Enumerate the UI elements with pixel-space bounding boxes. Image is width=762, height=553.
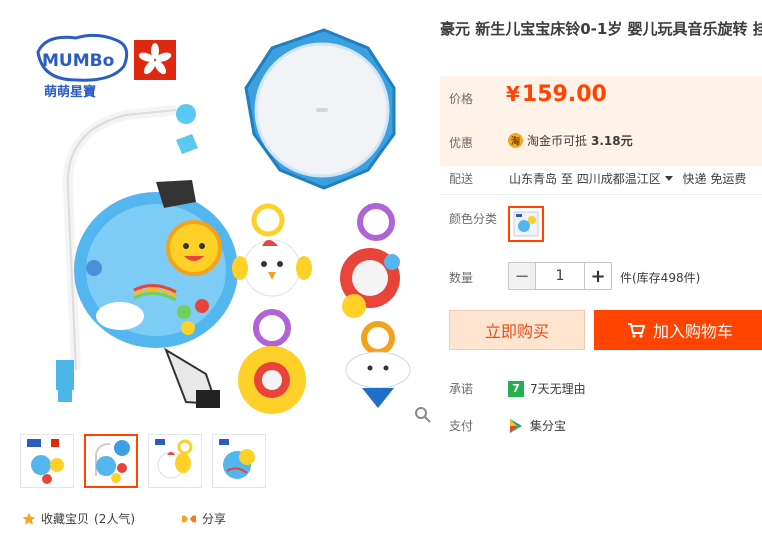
payment-text[interactable]: 集分宝 — [530, 417, 566, 434]
thumbnail-strip — [20, 434, 266, 488]
product-title: 豪元 新生儿宝宝床铃0-1岁 婴儿玩具音乐旋转 挂 — [440, 20, 762, 38]
divider — [440, 194, 762, 195]
share-button[interactable]: 分享 — [181, 510, 226, 527]
mirror-rattle — [340, 203, 400, 318]
thumbnail-1[interactable] — [20, 434, 74, 488]
currency-symbol: ¥ — [506, 82, 520, 106]
brand-logo: MUMBo 萌萌星寶 — [36, 33, 129, 100]
price-value: 159.00 — [521, 82, 607, 107]
add-to-cart-button[interactable]: 加入购物车 — [594, 310, 762, 350]
payment-row: 支付 集分宝 — [440, 417, 762, 439]
jifenbao-icon — [510, 418, 522, 433]
quantity-row: 数量 − 1 + 件(库存498件) — [440, 262, 762, 290]
ship-from: 山东青岛 — [509, 172, 558, 186]
add-to-cart-label: 加入购物车 — [652, 322, 733, 341]
chevron-down-icon — [664, 176, 673, 181]
promo-label: 优惠 — [449, 136, 474, 150]
flower-rattle — [238, 309, 306, 414]
favorite-label: 收藏宝贝 — [41, 512, 90, 526]
projector-disc — [244, 28, 396, 190]
shipping-row: 配送 山东青岛 至 四川成都温江区 快递 免运费 — [440, 168, 762, 188]
buy-now-button[interactable]: 立即购买 — [449, 310, 585, 350]
stock-text: 件(库存498件) — [620, 271, 701, 285]
star-icon — [22, 512, 36, 525]
quantity-decrease-button[interactable]: − — [508, 262, 536, 290]
main-product-image[interactable]: MUMBo 萌萌星寶 — [16, 10, 431, 423]
ship-to-word: 至 — [560, 172, 573, 186]
destination-select[interactable]: 四川成都温江区 — [577, 172, 679, 186]
cloud-rattle — [345, 321, 411, 408]
shipping-label: 配送 — [449, 172, 474, 186]
music-box — [74, 180, 238, 408]
favorite-button[interactable]: 收藏宝贝 (2人气) — [22, 510, 135, 527]
variant-swatch[interactable] — [508, 206, 544, 242]
hk-flag-icon — [134, 40, 176, 80]
share-label: 分享 — [202, 512, 227, 526]
favorite-count: (2人气) — [94, 512, 136, 526]
variant-label: 颜色分类 — [449, 212, 498, 226]
promise-label: 承诺 — [449, 382, 474, 396]
price-value-group: ¥159.00 — [506, 82, 607, 107]
quantity-label: 数量 — [449, 271, 474, 285]
brand-logo-text: MUMBo — [42, 51, 114, 71]
quantity-stepper: − 1 + — [508, 262, 612, 290]
shipping-method: 快递 免运费 — [682, 172, 747, 186]
product-illustration: MUMBo 萌萌星寶 — [36, 28, 411, 414]
taojinbi-icon: 淘 — [508, 133, 523, 148]
taojinbi-promo: 淘 淘金币可抵 3.18元 — [508, 132, 633, 149]
share-icon — [182, 514, 197, 523]
thumbnail-2[interactable] — [84, 434, 138, 488]
promise-text[interactable]: 7天无理由 — [530, 380, 586, 397]
payment-label: 支付 — [449, 419, 474, 433]
seven-day-return-icon: 7 — [508, 380, 524, 397]
zoom-icon[interactable] — [414, 406, 432, 424]
price-label: 价格 — [449, 92, 474, 106]
thumbnail-4[interactable] — [212, 434, 266, 488]
promo-text: 淘金币可抵 — [527, 134, 588, 148]
variant-row: 颜色分类 — [440, 204, 762, 248]
gallery-actions: 收藏宝贝 (2人气) 分享 — [22, 510, 226, 527]
destination-text: 四川成都温江区 — [576, 172, 661, 186]
promo-amount: 3.18元 — [591, 134, 633, 148]
cart-icon — [627, 323, 645, 338]
quantity-input[interactable]: 1 — [536, 262, 584, 290]
product-info: 豪元 新生儿宝宝床铃0-1岁 婴儿玩具音乐旋转 挂 价格 ¥159.00 优惠 … — [440, 0, 762, 553]
quantity-increase-button[interactable]: + — [584, 262, 612, 290]
promise-row: 承诺 7 7天无理由 — [440, 380, 762, 402]
product-gallery: MUMBo 萌萌星寶 收藏宝贝 (2人气) 分享 — [0, 0, 431, 553]
price-panel: 价格 ¥159.00 优惠 淘 淘金币可抵 3.18元 — [440, 76, 762, 166]
chicken-rattle — [232, 203, 312, 297]
brand-subtitle: 萌萌星寶 — [44, 84, 96, 100]
thumbnail-3[interactable] — [148, 434, 202, 488]
